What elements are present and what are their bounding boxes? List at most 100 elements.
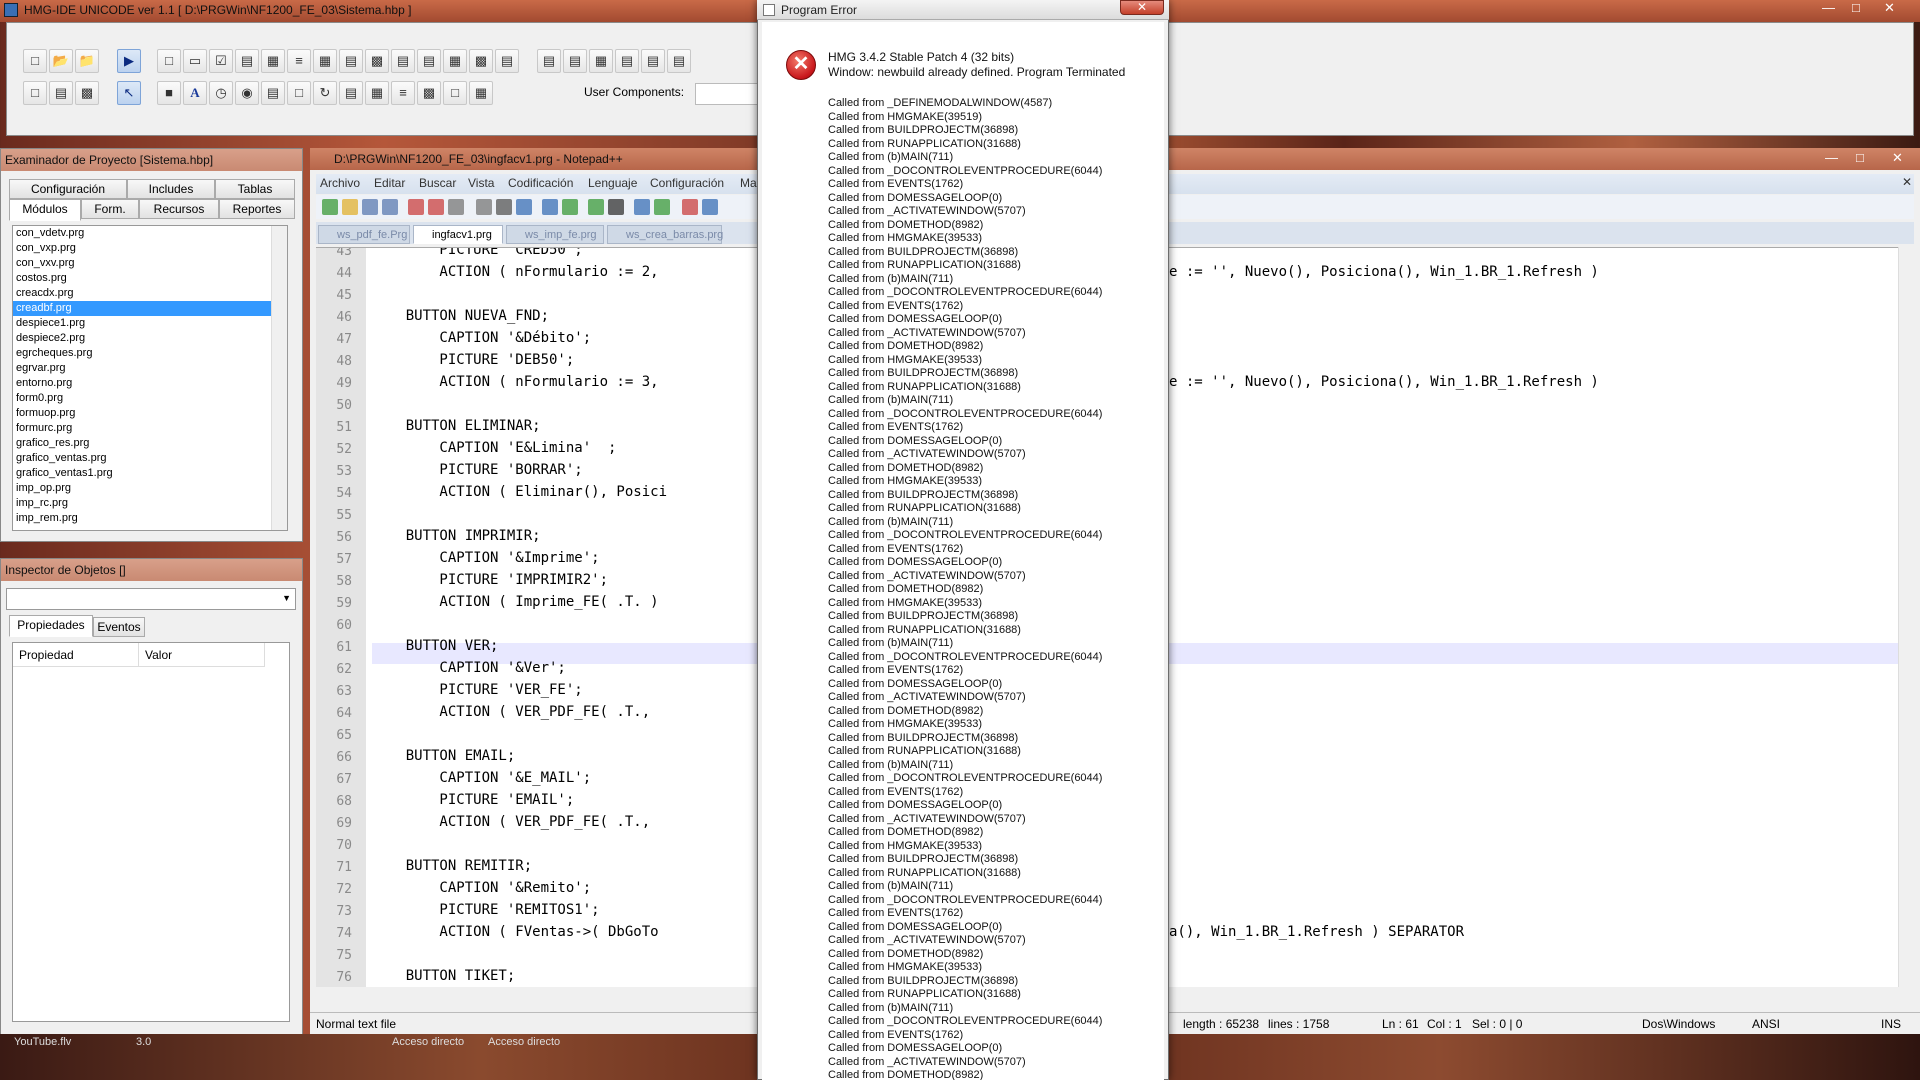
wrap-icon[interactable] xyxy=(702,199,718,215)
button-control-icon[interactable]: ▭ xyxy=(183,49,207,73)
open-folder-icon[interactable]: 📁 xyxy=(75,49,99,73)
progress-icon[interactable]: ▤ xyxy=(261,81,285,105)
list-item[interactable]: con_vxv.prg xyxy=(13,256,287,271)
open-project-icon[interactable]: 📂 xyxy=(49,49,73,73)
redo-icon[interactable] xyxy=(562,199,578,215)
form-icon[interactable]: □ xyxy=(23,81,47,105)
copy-icon[interactable] xyxy=(496,199,512,215)
font-icon[interactable]: A xyxy=(183,81,207,105)
desktop-label[interactable]: YouTube.flv xyxy=(14,1036,71,1048)
document-icon[interactable]: ▤ xyxy=(49,81,73,105)
window-icon[interactable]: □ xyxy=(287,81,311,105)
list-item[interactable]: entorno.prg xyxy=(13,376,287,391)
radio-icon[interactable]: ◉ xyxy=(235,81,259,105)
menu-buscar[interactable]: Buscar xyxy=(419,176,456,190)
checkbox-control-icon[interactable]: ☑ xyxy=(209,49,233,73)
desktop-label[interactable]: Acceso directo xyxy=(488,1036,560,1048)
find-icon[interactable] xyxy=(588,199,604,215)
close-button[interactable]: ✕ xyxy=(1120,0,1164,15)
close-document-icon[interactable]: ✕ xyxy=(1902,175,1912,189)
desktop-label[interactable]: 3.0 xyxy=(136,1036,151,1048)
list-item[interactable]: imp_op.prg xyxy=(13,481,287,496)
activex-icon[interactable]: ▤ xyxy=(339,81,363,105)
label-control-icon[interactable]: ≡ xyxy=(287,49,311,73)
tab-recursos[interactable]: Recursos xyxy=(139,199,219,219)
tab-propiedades[interactable]: Propiedades xyxy=(9,615,93,637)
sync-icon[interactable] xyxy=(682,199,698,215)
maximize-icon[interactable]: □ xyxy=(1852,0,1860,16)
tab-control-icon[interactable]: ▤ xyxy=(417,49,441,73)
grid-icon[interactable]: ▦ xyxy=(365,81,389,105)
file-tab-ws-pdf-fe[interactable]: ws_pdf_fe.Prg xyxy=(318,225,410,244)
status-control-icon[interactable]: ▤ xyxy=(563,49,587,73)
paste-icon[interactable] xyxy=(516,199,532,215)
replace-icon[interactable] xyxy=(608,199,624,215)
tab-tablas[interactable]: Tablas xyxy=(215,179,295,199)
save-all-icon[interactable] xyxy=(382,199,398,215)
menu-control-icon[interactable]: ▤ xyxy=(667,49,691,73)
text-control-icon[interactable]: ▩ xyxy=(469,49,493,73)
timer-icon[interactable]: ◷ xyxy=(209,81,233,105)
file-tab-ws-imp-fe[interactable]: ws_imp_fe.prg xyxy=(506,225,604,244)
list-item[interactable]: con_vxp.prg xyxy=(13,241,287,256)
list-item[interactable]: con_vdetv.prg xyxy=(13,226,287,241)
ipaddress-icon[interactable]: ≡ xyxy=(391,81,415,105)
print-icon[interactable] xyxy=(448,199,464,215)
rich-edit-control-icon[interactable]: ▤ xyxy=(495,49,519,73)
tab-reportes[interactable]: Reportes xyxy=(219,199,295,219)
maximize-icon[interactable]: □ xyxy=(1856,150,1864,166)
frame-icon[interactable]: □ xyxy=(157,49,181,73)
monthcal-icon[interactable]: □ xyxy=(443,81,467,105)
list-item[interactable]: imp_rem.prg xyxy=(13,511,287,526)
list-item[interactable]: creadbf.prg xyxy=(13,301,287,316)
module-list[interactable]: con_vdetv.prg con_vxp.prg con_vxv.prg costo… xyxy=(12,225,288,531)
list-item[interactable]: creacdx.prg xyxy=(13,286,287,301)
menu-archivo[interactable]: Archivo xyxy=(320,176,360,190)
pointer-icon[interactable]: ↖ xyxy=(117,81,141,105)
list-item[interactable]: imp_rc.prg xyxy=(13,496,287,511)
list-item[interactable]: grafico_ventas.prg xyxy=(13,451,287,466)
file-tab-ws-crea-barras[interactable]: ws_crea_barras.prg xyxy=(607,225,723,244)
close-icon[interactable]: ✕ xyxy=(1884,0,1895,16)
new-file-icon[interactable] xyxy=(322,199,338,215)
zoom-out-icon[interactable] xyxy=(654,199,670,215)
list-item[interactable]: egrvar.prg xyxy=(13,361,287,376)
date-control-icon[interactable]: ▦ xyxy=(443,49,467,73)
tab-eventos[interactable]: Eventos xyxy=(93,617,145,637)
user-components-combo[interactable] xyxy=(695,83,765,105)
zoom-in-icon[interactable] xyxy=(634,199,650,215)
list-item[interactable]: despiece1.prg xyxy=(13,316,287,331)
tab-configuracion[interactable]: Configuración xyxy=(9,179,127,199)
module-list-scrollbar[interactable] xyxy=(271,226,287,530)
table-control-icon[interactable]: ▦ xyxy=(313,49,337,73)
close-icon[interactable]: ✕ xyxy=(1892,150,1903,166)
menu-configuracion[interactable]: Configuración xyxy=(650,176,724,190)
cut-icon[interactable] xyxy=(476,199,492,215)
menu-vista[interactable]: Vista xyxy=(468,176,494,190)
minimize-icon[interactable]: — xyxy=(1822,0,1835,16)
list-item[interactable]: costos.prg xyxy=(13,271,287,286)
image-control-icon[interactable]: ▩ xyxy=(365,49,389,73)
minimize-icon[interactable]: — xyxy=(1825,150,1838,166)
list-item[interactable]: grafico_ventas1.prg xyxy=(13,466,287,481)
close-all-icon[interactable] xyxy=(428,199,444,215)
menu-codificacion[interactable]: Codificación xyxy=(508,176,573,190)
list-item[interactable]: despiece2.prg xyxy=(13,331,287,346)
save-icon[interactable]: ▩ xyxy=(75,81,99,105)
browse-control-icon[interactable]: ▤ xyxy=(615,49,639,73)
close-file-icon[interactable] xyxy=(408,199,424,215)
list-item[interactable]: grafico_res.prg xyxy=(13,436,287,451)
list-item[interactable]: egrcheques.prg xyxy=(13,346,287,361)
save-icon[interactable] xyxy=(362,199,378,215)
properties-grid[interactable]: Propiedad Valor xyxy=(12,642,290,1022)
list-item[interactable]: formurc.prg xyxy=(13,421,287,436)
tab-modulos[interactable]: Módulos xyxy=(9,199,81,221)
slider-control-icon[interactable]: ▤ xyxy=(641,49,665,73)
undo-icon[interactable] xyxy=(542,199,558,215)
frame2-icon[interactable]: ▦ xyxy=(469,81,493,105)
new-project-icon[interactable]: □ xyxy=(23,49,47,73)
file-tab-ingfacv1[interactable]: ingfacv1.prg xyxy=(413,225,503,244)
menu-lenguaje[interactable]: Lenguaje xyxy=(588,176,637,190)
run-icon[interactable]: ▶ xyxy=(117,49,141,73)
tab-includes[interactable]: Includes xyxy=(127,179,215,199)
